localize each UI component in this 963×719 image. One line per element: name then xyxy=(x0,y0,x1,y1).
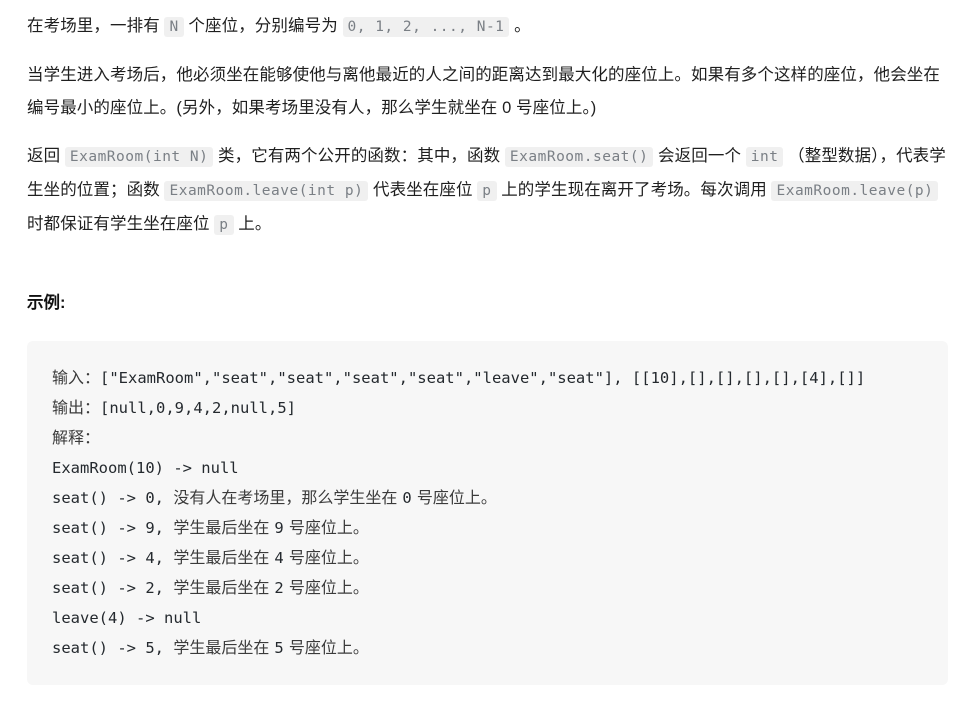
inline-code: p xyxy=(477,181,497,201)
code-line-mono: seat() -> 2, xyxy=(52,579,174,597)
paragraph-seats: 在考场里，一排有 N 个座位，分别编号为 0, 1, 2, ..., N-1 。 xyxy=(27,10,949,44)
code-line-cjk: 学生最后坐在 xyxy=(173,638,275,657)
code-line-mono: seat() -> 4, xyxy=(52,549,174,567)
code-line-mono: ["ExamRoom","seat","seat","seat","seat",… xyxy=(100,369,866,387)
inline-code: ExamRoom.leave(int p) xyxy=(164,181,369,201)
example-heading: 示例: xyxy=(27,294,66,312)
paragraph-text: 上的学生现在离开了考场。每次调用 xyxy=(496,181,772,199)
code-line: leave(4) -> null xyxy=(52,603,924,633)
code-line-mono: ExamRoom(10) -> null xyxy=(52,459,239,477)
inline-code: 0, 1, 2, ..., N-1 xyxy=(342,17,510,37)
inline-code: ExamRoom.seat() xyxy=(504,147,654,167)
code-line-cjk: 号座位上。 xyxy=(283,548,369,567)
paragraph-text: 当学生进入考场后，他必须坐在能够使他与离他最近的人之间的距离达到最大化的座位上。… xyxy=(27,66,940,117)
code-line-mono: seat() -> 0, xyxy=(52,489,174,507)
code-line-cjk: 号座位上。 xyxy=(411,488,497,507)
code-line: 输出：[null,0,9,4,2,null,5] xyxy=(52,393,924,423)
code-line-cjk: 没有人在考场里，那么学生坐在 xyxy=(173,488,403,507)
code-line-mono: 2 xyxy=(274,579,284,597)
code-line: 解释： xyxy=(52,423,924,453)
code-line-cjk: 学生最后坐在 xyxy=(173,548,275,567)
example-code-block: 输入：["ExamRoom","seat","seat","seat","sea… xyxy=(27,341,948,685)
code-line: seat() -> 5, 学生最后坐在 5 号座位上。 xyxy=(52,633,924,663)
inline-code: ExamRoom.leave(p) xyxy=(771,181,939,201)
code-line: seat() -> 9, 学生最后坐在 9 号座位上。 xyxy=(52,513,924,543)
code-line: seat() -> 2, 学生最后坐在 2 号座位上。 xyxy=(52,573,924,603)
code-line-mono: seat() -> 5, xyxy=(52,639,174,657)
paragraph-text: 会返回一个 xyxy=(653,147,746,165)
code-line-mono: seat() -> 9, xyxy=(52,519,174,537)
paragraph-text: 返回 xyxy=(27,147,65,165)
inline-code: ExamRoom(int N) xyxy=(64,147,214,167)
code-line: 输入：["ExamRoom","seat","seat","seat","sea… xyxy=(52,363,924,393)
code-line-cjk: 输入： xyxy=(52,368,101,387)
paragraph-text: 。 xyxy=(509,17,531,35)
paragraph-text: 个座位，分别编号为 xyxy=(183,17,343,35)
code-line-mono: 0 xyxy=(402,489,412,507)
paragraph-text: 上。 xyxy=(233,215,272,233)
code-line: seat() -> 4, 学生最后坐在 4 号座位上。 xyxy=(52,543,924,573)
inline-code: N xyxy=(164,17,184,37)
code-line-cjk: 学生最后坐在 xyxy=(173,578,275,597)
paragraph-list: 在考场里，一排有 N 个座位，分别编号为 0, 1, 2, ..., N-1 。… xyxy=(27,10,949,242)
paragraph-text: 在考场里，一排有 xyxy=(27,17,165,35)
paragraph-text: 类，它有两个公开的函数：其中，函数 xyxy=(213,147,505,165)
paragraph-rule: 当学生进入考场后，他必须坐在能够使他与离他最近的人之间的距离达到最大化的座位上。… xyxy=(27,59,949,125)
paragraph-api: 返回 ExamRoom(int N) 类，它有两个公开的函数：其中，函数 Exa… xyxy=(27,140,949,242)
problem-description-page: 在考场里，一排有 N 个座位，分别编号为 0, 1, 2, ..., N-1 。… xyxy=(0,0,963,685)
code-line-cjk: 号座位上。 xyxy=(283,638,369,657)
code-line-cjk: 解释： xyxy=(52,428,101,447)
paragraph-text: 代表坐在座位 xyxy=(368,181,478,199)
code-line-cjk: 输出： xyxy=(52,398,101,417)
code-line-mono: leave(4) -> null xyxy=(52,609,202,627)
code-line-cjk: 号座位上。 xyxy=(283,518,369,537)
code-line-cjk: 学生最后坐在 xyxy=(173,518,275,537)
inline-code: int xyxy=(745,147,784,167)
code-line-mono: 5 xyxy=(274,639,284,657)
paragraph-text: 时都保证有学生坐在座位 xyxy=(27,215,215,233)
code-line: seat() -> 0, 没有人在考场里，那么学生坐在 0 号座位上。 xyxy=(52,483,924,513)
code-line-mono: 4 xyxy=(274,549,284,567)
inline-code: p xyxy=(214,215,234,235)
code-line: ExamRoom(10) -> null xyxy=(52,453,924,483)
code-line-mono: 9 xyxy=(274,519,284,537)
code-line-mono: [null,0,9,4,2,null,5] xyxy=(100,399,296,417)
code-line-cjk: 号座位上。 xyxy=(283,578,369,597)
